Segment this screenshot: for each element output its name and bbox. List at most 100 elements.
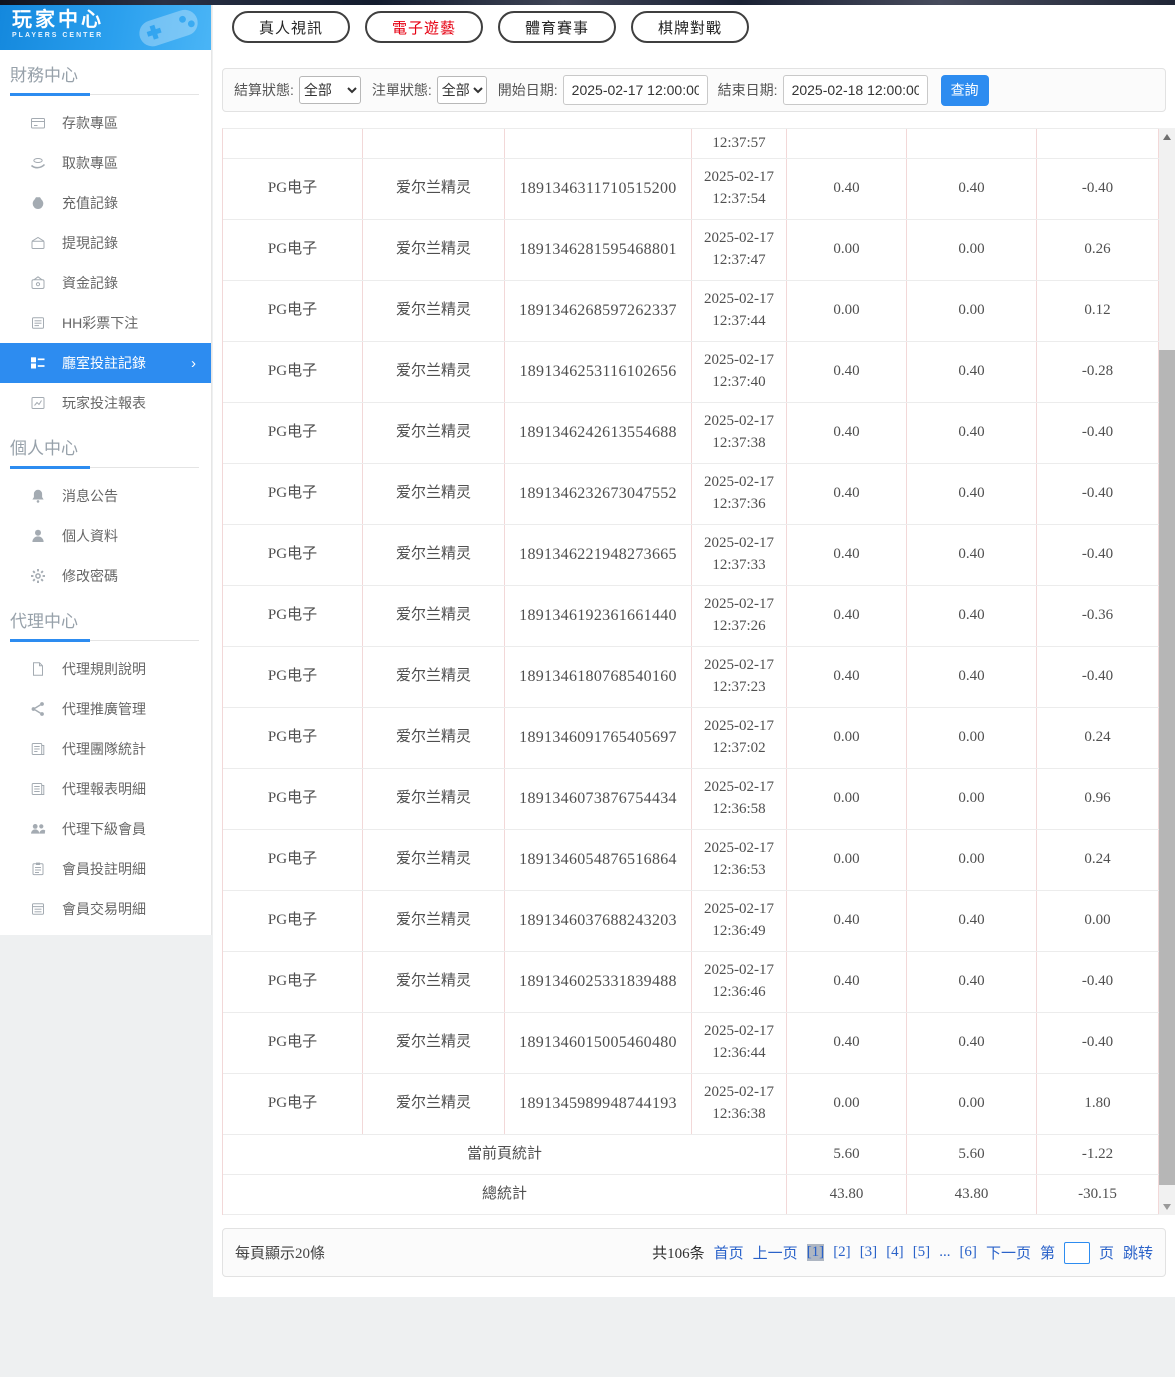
tab-0[interactable]: 真人視訊 bbox=[232, 11, 351, 43]
cell-bet-amount: 0.00 bbox=[787, 830, 907, 890]
pagination-link-3[interactable]: [2] bbox=[833, 1244, 851, 1261]
cell-bet-amount bbox=[787, 129, 907, 158]
pagination-link-5[interactable]: [4] bbox=[886, 1244, 904, 1261]
cell-platform: PG电子 bbox=[223, 769, 363, 829]
order-status-select[interactable]: 全部 bbox=[436, 76, 487, 104]
tab-2[interactable]: 體育賽事 bbox=[498, 11, 617, 43]
cell-date-line: 2025-02-17 bbox=[704, 1084, 774, 1101]
cell-platform: PG电子 bbox=[223, 220, 363, 280]
tab-3[interactable]: 棋牌對戰 bbox=[631, 11, 750, 43]
cell-win-loss: 0.00 bbox=[1037, 891, 1159, 951]
sidebar-item-2-6[interactable]: 會員交易明細 bbox=[0, 889, 211, 929]
cell-valid-amount: 5.60 bbox=[907, 1135, 1037, 1174]
pagination-link-1[interactable]: 上一页 bbox=[753, 1242, 798, 1263]
sidebar-item-2-2[interactable]: 代理團隊統計 bbox=[0, 729, 211, 769]
sidebar-item-1-0[interactable]: 消息公告 bbox=[0, 476, 211, 516]
end-date-input[interactable] bbox=[782, 75, 928, 105]
pagination-link-6[interactable]: [5] bbox=[913, 1244, 931, 1261]
sidebar-item-2-1[interactable]: 代理推廣管理 bbox=[0, 689, 211, 729]
table-scrollbar[interactable] bbox=[1159, 128, 1175, 1215]
cell-date-line: 2025-02-17 bbox=[704, 535, 774, 552]
scroll-down-icon[interactable] bbox=[1159, 1198, 1175, 1215]
sidebar-section-title: 個人中心 bbox=[10, 439, 78, 458]
sidebar-item-1-1[interactable]: 個人資料 bbox=[0, 516, 211, 556]
sidebar: 玩家中心 PLAYERS CENTER 財務中心 存款專區 取款專區 充值記錄 提現記錄… bbox=[0, 5, 212, 935]
cell-time-line: 12:37:33 bbox=[712, 557, 766, 573]
table-row: PG电子 爱尔兰精灵 1891346281595468801 2025-02-17 12… bbox=[223, 220, 1159, 281]
cell-date-line: 2025-02-17 bbox=[704, 1023, 774, 1040]
query-button[interactable]: 查詢 bbox=[940, 74, 989, 106]
cell-order-id: 1891346268597262337 bbox=[505, 281, 692, 341]
deposit-card-icon bbox=[30, 115, 46, 131]
sidebar-item-0-7[interactable]: 玩家投注報表 bbox=[0, 383, 211, 423]
recharge-bag-icon bbox=[30, 195, 46, 211]
cell-platform: PG电子 bbox=[223, 159, 363, 219]
cell-bet-amount: 0.00 bbox=[787, 769, 907, 829]
jump-page-input[interactable] bbox=[1063, 1241, 1090, 1264]
sidebar-item-0-6[interactable]: 廳室投註記錄 › bbox=[0, 343, 211, 383]
cell-platform: PG电子 bbox=[223, 1074, 363, 1134]
cell-valid-amount: 0.00 bbox=[907, 830, 1037, 890]
cell-date-line: 2025-02-17 bbox=[704, 901, 774, 918]
sidebar-item-2-5[interactable]: 會員投註明細 bbox=[0, 849, 211, 889]
pagination-link-4[interactable]: [3] bbox=[860, 1244, 878, 1261]
cell-platform: PG电子 bbox=[223, 830, 363, 890]
pagination-link-0[interactable]: 首页 bbox=[714, 1242, 744, 1263]
table-row: PG电子 爱尔兰精灵 1891346180768540160 2025-02-17 12… bbox=[223, 647, 1159, 708]
sidebar-item-label: 會員投註明細 bbox=[62, 861, 146, 877]
share-icon bbox=[30, 701, 46, 717]
pagination-link-8[interactable]: [6] bbox=[959, 1244, 977, 1261]
tab-1[interactable]: 電子遊藝 bbox=[365, 11, 484, 43]
cell-win-loss: -30.15 bbox=[1037, 1175, 1159, 1214]
cell-time: 2025-02-17 12:36:58 bbox=[692, 769, 787, 829]
cell-valid-amount: 0.00 bbox=[907, 769, 1037, 829]
file-icon bbox=[30, 661, 46, 677]
sidebar-item-0-5[interactable]: HH彩票下注 bbox=[0, 303, 211, 343]
cell-win-loss: 0.24 bbox=[1037, 708, 1159, 768]
pagination-link-2[interactable]: [1] bbox=[806, 1244, 825, 1261]
cell-win-loss: 0.26 bbox=[1037, 220, 1159, 280]
sidebar-item-label: 取款專區 bbox=[62, 155, 118, 171]
cell-time-line: 12:37:38 bbox=[712, 435, 766, 451]
cell-win-loss: -0.40 bbox=[1037, 647, 1159, 707]
table-row: PG电子 爱尔兰精灵 1891346037688243203 2025-02-17 12… bbox=[223, 891, 1159, 952]
sidebar-item-2-3[interactable]: 代理報表明細 bbox=[0, 769, 211, 809]
cell-order-id: 1891346015005460480 bbox=[505, 1013, 692, 1073]
sidebar-item-label: HH彩票下注 bbox=[62, 315, 139, 331]
sidebar-item-label: 消息公告 bbox=[62, 488, 118, 504]
sidebar-item-2-4[interactable]: 代理下級會員 bbox=[0, 809, 211, 849]
start-date-input[interactable] bbox=[562, 75, 708, 105]
sidebar-item-2-0[interactable]: 代理規則說明 bbox=[0, 649, 211, 689]
scrollbar-thumb[interactable] bbox=[1159, 350, 1175, 1185]
cell-win-loss: -0.36 bbox=[1037, 586, 1159, 646]
withdraw-record-icon bbox=[30, 235, 46, 251]
cell-valid-amount: 0.40 bbox=[907, 952, 1037, 1012]
sidebar-item-1-2[interactable]: 修改密碼 bbox=[0, 556, 211, 596]
cell-platform: PG电子 bbox=[223, 525, 363, 585]
sidebar-item-0-4[interactable]: 資金記錄 bbox=[0, 263, 211, 303]
pagination-link-9[interactable]: 下一页 bbox=[986, 1242, 1031, 1263]
sidebar-item-0-2[interactable]: 充值記錄 bbox=[0, 183, 211, 223]
cell-order-id: 1891346025331839488 bbox=[505, 952, 692, 1012]
scroll-up-icon[interactable] bbox=[1159, 128, 1175, 145]
cell-time: 2025-02-17 12:37:38 bbox=[692, 403, 787, 463]
cell-time-line: 12:37:44 bbox=[712, 313, 766, 329]
start-date-label: 開始日期: bbox=[497, 82, 558, 98]
cell-date-line: 2025-02-17 bbox=[704, 169, 774, 186]
section-divider bbox=[10, 639, 199, 642]
cell-time-line: 12:37:23 bbox=[712, 679, 766, 695]
sidebar-item-0-0[interactable]: 存款專區 bbox=[0, 103, 211, 143]
sidebar-item-label: 存款專區 bbox=[62, 115, 118, 131]
cell-order-id: 1891346091765405697 bbox=[505, 708, 692, 768]
cell-time: 2025-02-17 12:37:47 bbox=[692, 220, 787, 280]
chevron-right-icon: › bbox=[191, 354, 196, 372]
sidebar-item-0-1[interactable]: 取款專區 bbox=[0, 143, 211, 183]
sidebar-section-title: 財務中心 bbox=[10, 66, 78, 85]
cell-order-id: 1891346073876754434 bbox=[505, 769, 692, 829]
settle-status-label: 結算狀態: bbox=[234, 82, 294, 98]
cell-bet-amount: 0.00 bbox=[787, 220, 907, 280]
jump-button[interactable]: 跳转 bbox=[1123, 1242, 1153, 1263]
settle-status-select[interactable]: 全部 bbox=[298, 76, 361, 104]
sidebar-item-0-3[interactable]: 提現記錄 bbox=[0, 223, 211, 263]
cell-game: 爱尔兰精灵 bbox=[363, 281, 505, 341]
